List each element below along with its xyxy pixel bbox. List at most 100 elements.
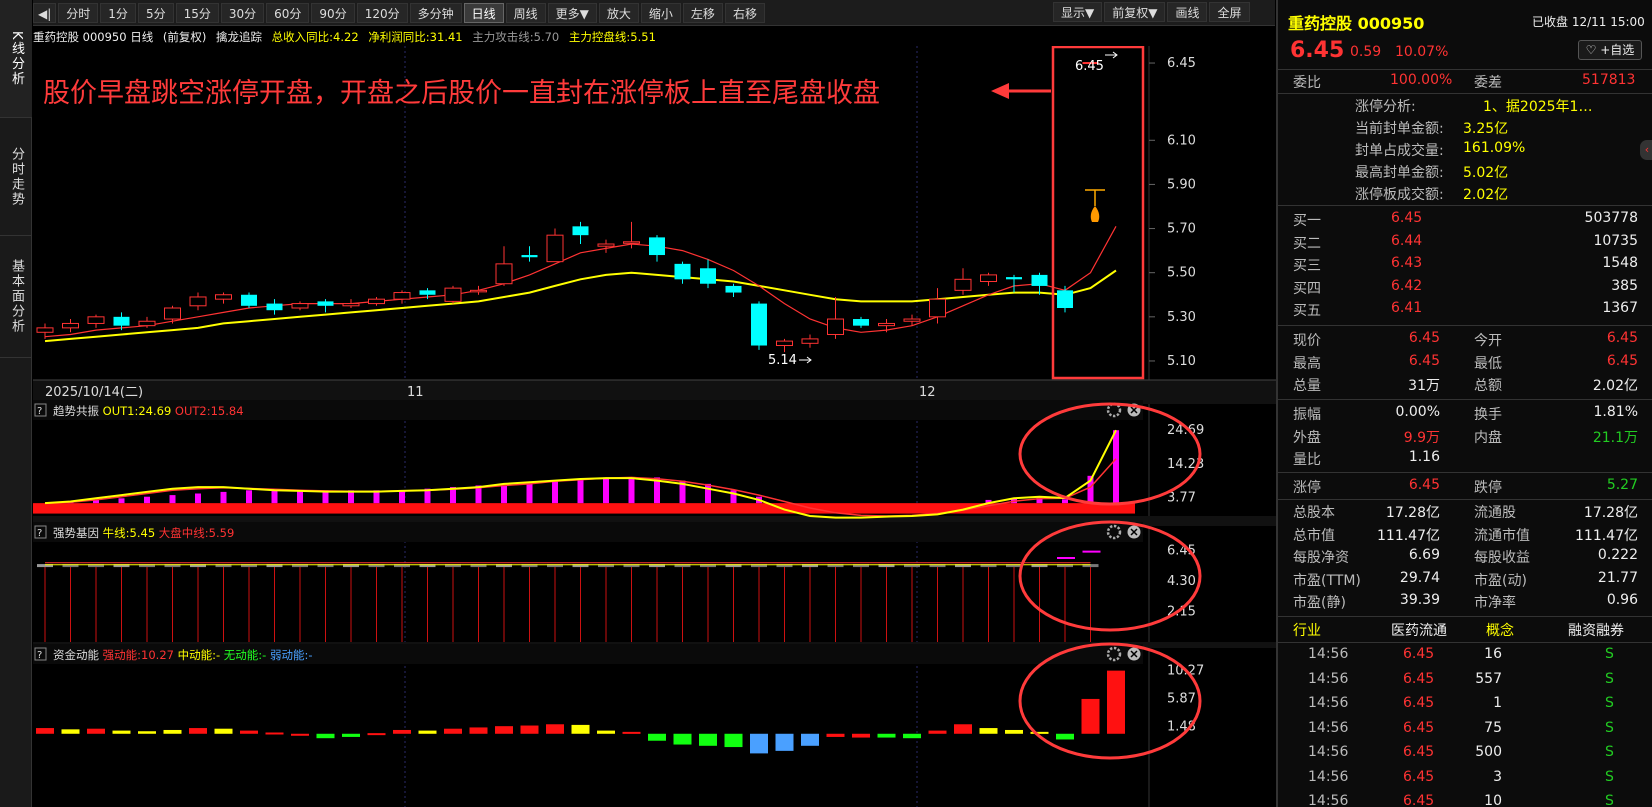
period-button-5[interactable]: 60分 xyxy=(266,2,310,23)
candle-7 xyxy=(215,294,232,300)
bid-label-4: 买五 xyxy=(1293,303,1321,319)
p3-bar-31 xyxy=(826,733,845,737)
p3-y-tick-1: 5.87 xyxy=(1167,691,1196,706)
candle-39 xyxy=(1031,274,1048,286)
period-button-6[interactable]: 90分 xyxy=(311,2,355,23)
stat-a-value1-1: 6.45 xyxy=(1408,352,1440,369)
series-label-0: 牛线:5.45 xyxy=(103,526,159,540)
p1-bar-21 xyxy=(577,479,584,504)
y-tick-4: 5.50 xyxy=(1167,266,1196,281)
tick-vol-4: 500 xyxy=(1475,744,1502,760)
x-label-2: 12 xyxy=(919,385,936,400)
profit-yoy: 净利润同比:31.41 xyxy=(368,30,463,44)
stat-a-label2-2: 总额 xyxy=(1474,378,1502,394)
p3-bar-28 xyxy=(750,733,768,754)
tab-kline-label: K线分析 xyxy=(9,30,24,87)
tab-intraday-trend[interactable]: 分时走势 xyxy=(0,118,32,236)
help-icon-glyph: ? xyxy=(37,650,42,661)
margin-tag[interactable]: 融资融券 xyxy=(1568,620,1624,640)
p1-bar-3 xyxy=(118,498,125,504)
tab-fundamental-analysis[interactable]: 基本面分析 xyxy=(0,236,32,358)
candle-31 xyxy=(827,318,844,335)
period-button-4[interactable]: 30分 xyxy=(220,2,265,23)
sep-6 xyxy=(1278,499,1652,500)
indicator-name[interactable]: 擒龙追踪 xyxy=(216,30,262,44)
period-button-13[interactable]: 缩小 xyxy=(640,2,681,23)
industry-tag-label[interactable]: 行业 xyxy=(1293,620,1321,640)
toolbar-right-button-0[interactable]: 显示▼ xyxy=(1053,2,1103,22)
period-button-1[interactable]: 1分 xyxy=(100,2,136,23)
sep-4 xyxy=(1278,399,1652,400)
period-button-14[interactable]: 左移 xyxy=(682,2,723,23)
chart-area[interactable]: 6.45 6.10 5.90 5.70 5.50 5.30 5.10 2025/10/14(二… xyxy=(33,46,1276,807)
stat-a-label1-2: 总量 xyxy=(1293,378,1321,394)
candle-33 xyxy=(878,322,895,327)
collapse-handle-icon[interactable]: ‹ xyxy=(1640,140,1652,160)
tick-side-4: S xyxy=(1605,744,1614,760)
period-button-0[interactable]: 分时 xyxy=(58,2,99,23)
rocket-icon xyxy=(1090,206,1100,222)
bid-label-0: 买一 xyxy=(1293,213,1321,229)
period-button-8[interactable]: 多分钟 xyxy=(409,2,462,23)
stat-c-value2-0: 5.27 xyxy=(1606,477,1638,493)
toolbar-right-button-1[interactable]: 前复权▼ xyxy=(1104,2,1166,22)
p3-bar-3 xyxy=(112,730,131,734)
period-button-15[interactable]: 右移 xyxy=(724,2,765,23)
candle-13 xyxy=(368,298,385,305)
p1-bar-23 xyxy=(628,477,635,504)
p3-bar-37 xyxy=(979,728,998,734)
period-button-3[interactable]: 15分 xyxy=(175,2,219,23)
concept-tag[interactable]: 概念 xyxy=(1486,620,1514,640)
trend-resonance-panel: ? 趋势共振 OUT1:24.69 OUT2:15.84 24.6914.233.… xyxy=(33,400,1204,519)
candle-12 xyxy=(342,303,360,307)
bid-vol-1: 10735 xyxy=(1593,232,1638,249)
p3-bar-41 xyxy=(1081,698,1100,734)
stat-b-value1-2: 1.16 xyxy=(1408,449,1440,465)
bid-label-1: 买二 xyxy=(1293,235,1321,252)
bid-price-4: 6.41 xyxy=(1391,300,1423,316)
stat-b-label2-0: 换手 xyxy=(1474,407,1502,423)
toolbar-right-button-3[interactable]: 全屏 xyxy=(1209,2,1250,22)
collapse-panel-button[interactable]: ◀| xyxy=(33,2,57,23)
p3-bar-2 xyxy=(87,728,105,734)
industry-tag-value[interactable]: 医药流通 xyxy=(1391,620,1447,640)
period-button-9[interactable]: 日线 xyxy=(463,2,504,23)
bid-price-1: 6.44 xyxy=(1391,232,1423,249)
bid-label-2: 买三 xyxy=(1293,258,1321,274)
tab-kline-analysis[interactable]: K线分析 xyxy=(0,0,32,118)
p3-bar-36 xyxy=(954,724,972,734)
stat-d-label1-4: 市盈(静) xyxy=(1293,595,1346,611)
p2-y-tick-2: 2.15 xyxy=(1167,605,1196,620)
y-tick-6: 5.10 xyxy=(1167,354,1196,369)
tick-side-1: S xyxy=(1605,670,1614,687)
p3-bar-23 xyxy=(622,731,641,734)
p3-bar-42 xyxy=(1107,670,1125,734)
period-button-11[interactable]: 更多▼ xyxy=(547,2,597,23)
stat-b-label1-2: 量比 xyxy=(1293,452,1321,468)
series-label-1: 大盘中线:5.59 xyxy=(159,526,234,540)
p2-signal-bar-1 xyxy=(1082,550,1101,553)
period-button-2[interactable]: 5分 xyxy=(137,2,174,23)
y-tick-3: 5.70 xyxy=(1167,222,1196,237)
period-button-10[interactable]: 周线 xyxy=(505,2,546,23)
p1-bar-14 xyxy=(399,490,405,504)
limit-label-3: 最高封单金额: xyxy=(1355,165,1444,181)
sep-1 xyxy=(1278,93,1652,94)
period-button-12[interactable]: 放大 xyxy=(598,2,639,23)
stat-d-value1-3: 29.74 xyxy=(1399,569,1440,586)
panel-title: 资金动能 强动能:10.27 中动能:- 无动能:- 弱动能:- xyxy=(53,648,313,662)
limit-value-4: 2.02亿 xyxy=(1463,187,1509,203)
candle-18 xyxy=(495,263,513,285)
toolbar-right-button-2[interactable]: 画线 xyxy=(1167,2,1208,22)
sep-3 xyxy=(1278,325,1652,326)
candle-14 xyxy=(393,292,411,300)
stat-b-value2-0: 1.81% xyxy=(1593,404,1638,420)
p1-bar-40 xyxy=(1062,499,1068,504)
tick-time-6: 14:56 xyxy=(1308,793,1349,807)
high-price-label: 6.45 xyxy=(1075,59,1104,74)
help-icon-glyph: ? xyxy=(37,406,42,417)
adjust-label: (前复权) xyxy=(162,30,207,44)
add-watchlist-button[interactable]: ♡ +自选 xyxy=(1578,40,1642,60)
period-button-7[interactable]: 120分 xyxy=(356,2,408,23)
series-label-0: OUT1:24.69 xyxy=(103,404,175,418)
